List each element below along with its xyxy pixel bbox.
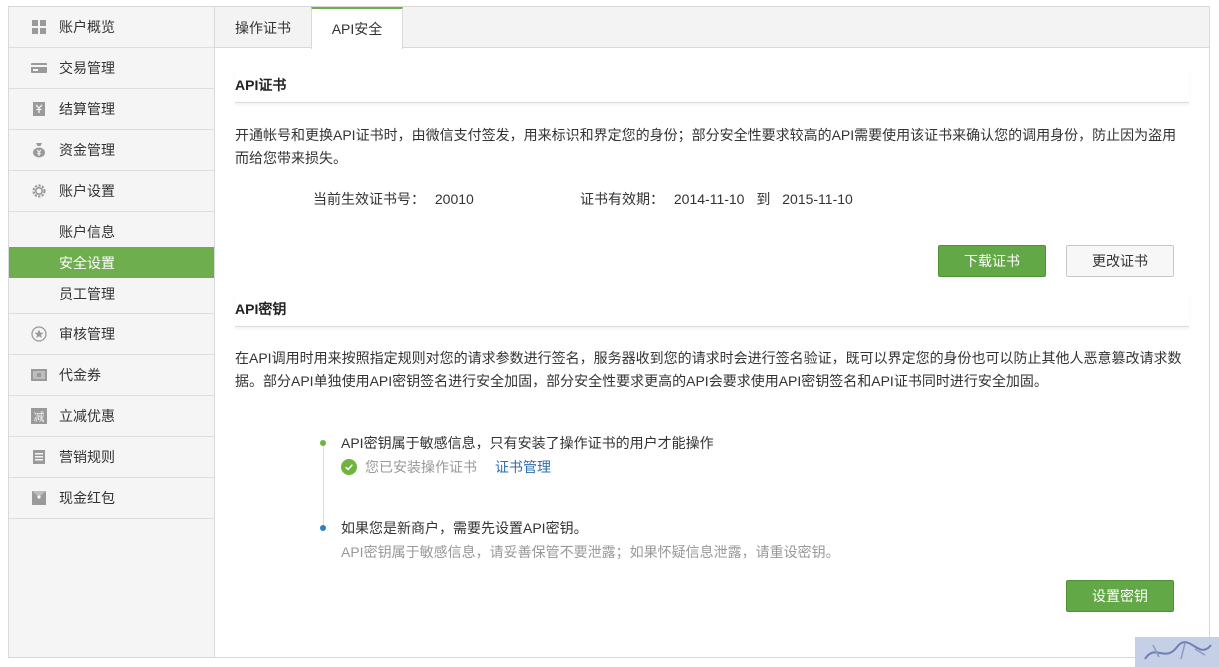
check-circle-icon — [341, 459, 357, 475]
star-icon — [31, 326, 47, 342]
receipt-icon — [31, 101, 47, 117]
change-cert-button[interactable]: 更改证书 — [1066, 245, 1174, 277]
cert-serial-value: 20010 — [434, 191, 474, 207]
cert-management-link[interactable]: 证书管理 — [495, 457, 551, 477]
sidebar-item-instant-discount[interactable]: 减 立减优惠 — [9, 396, 214, 437]
cert-validity-start: 2014-11-10 — [673, 191, 745, 207]
sidebar-item-account-settings[interactable]: 账户设置 — [9, 171, 214, 212]
gear-icon — [31, 183, 47, 199]
coupon-icon — [31, 367, 47, 383]
cert-serial: 当前生效证书号： 20010 — [313, 189, 474, 209]
svg-text:减: 减 — [34, 411, 45, 424]
tab-operation-certificate[interactable]: 操作证书 — [215, 7, 311, 48]
sidebar-submenu: 账户信息 安全设置 员工管理 — [9, 212, 214, 314]
api-cert-section-title: API证书 — [235, 71, 1189, 103]
step-1-text: API密钥属于敏感信息，只有安装了操作证书的用户才能操作 — [341, 435, 714, 451]
sidebar-item-funds[interactable]: 资金管理 — [9, 130, 214, 171]
sidebar-subitem-account-info[interactable]: 账户信息 — [9, 216, 214, 247]
money-bag-icon — [31, 142, 47, 158]
sidebar-item-cash-red-packet[interactable]: 现金红包 — [9, 478, 214, 519]
tab-api-security[interactable]: API安全 — [311, 7, 403, 49]
sidebar-item-label: 营销规则 — [59, 449, 115, 465]
sidebar-item-label: 结算管理 — [59, 101, 115, 117]
sidebar-item-review[interactable]: 审核管理 — [9, 314, 214, 355]
step-2-note: API密钥属于敏感信息，请妥善保管不要泄露；如果怀疑信息泄露，请重设密钥。 — [341, 544, 840, 560]
document-icon — [31, 449, 47, 465]
cert-validity-label: 证书有效期： — [580, 191, 664, 207]
cert-serial-label: 当前生效证书号： — [313, 191, 425, 207]
sidebar-item-account-overview[interactable]: 账户概览 — [9, 7, 214, 48]
watermark-logo — [1135, 637, 1219, 667]
sidebar-subitem-staff-management[interactable]: 员工管理 — [9, 278, 214, 309]
sidebar-item-label: 资金管理 — [59, 142, 115, 158]
step-1-status-text: 您已安装操作证书 — [365, 459, 477, 475]
sidebar-item-label: 审核管理 — [59, 326, 115, 342]
sidebar-item-label: 立减优惠 — [59, 408, 115, 424]
grid-icon — [31, 19, 47, 35]
api-key-section-title: API密钥 — [235, 295, 1189, 327]
step-2-text: 如果您是新商户，需要先设置API密钥。 — [341, 520, 588, 536]
api-cert-description: 开通帐号和更换API证书时，由微信支付签发，用来标识和界定您的身份；部分安全性要… — [235, 127, 1177, 166]
timeline-connector — [323, 444, 324, 526]
sidebar-item-label: 代金券 — [59, 367, 101, 383]
sidebar: 账户概览 交易管理 结算管理 资金管理 账户设置 账户信息 安全设置 员工管理 … — [9, 7, 215, 657]
cert-validity: 证书有效期： 2014-11-10 到 2015-11-10 — [580, 189, 853, 209]
tab-bar: 操作证书 API安全 — [215, 7, 1209, 49]
sidebar-item-label: 交易管理 — [59, 60, 115, 76]
red-packet-icon — [31, 490, 47, 506]
sidebar-item-marketing-rules[interactable]: 营销规则 — [9, 437, 214, 478]
step-1-dot — [320, 440, 326, 446]
step-1-status: 您已安装操作证书 证书管理 — [341, 457, 551, 477]
card-icon — [31, 60, 47, 76]
main-content: 操作证书 API安全 API证书 开通帐号和更换API证书时，由微信支付签发，用… — [215, 7, 1209, 657]
step-2-dot — [320, 525, 326, 531]
app-frame: 账户概览 交易管理 结算管理 资金管理 账户设置 账户信息 安全设置 员工管理 … — [8, 6, 1210, 658]
set-key-button[interactable]: 设置密钥 — [1066, 580, 1174, 612]
api-key-description: 在API调用时用来按照指定规则对您的请求参数进行签名，服务器收到您的请求时会进行… — [235, 350, 1182, 389]
sidebar-item-label: 账户设置 — [59, 183, 115, 199]
sidebar-item-transactions[interactable]: 交易管理 — [9, 48, 214, 89]
sidebar-item-label: 账户概览 — [59, 19, 115, 35]
sidebar-item-label: 现金红包 — [59, 490, 115, 506]
cert-validity-end: 2015-11-10 — [782, 191, 853, 207]
sidebar-item-coupons[interactable]: 代金券 — [9, 355, 214, 396]
sidebar-subitem-security-settings[interactable]: 安全设置 — [9, 247, 214, 278]
discount-icon: 减 — [31, 408, 47, 424]
download-cert-button[interactable]: 下载证书 — [938, 245, 1046, 277]
sidebar-item-settlement[interactable]: 结算管理 — [9, 89, 214, 130]
cert-validity-to: 到 — [756, 191, 771, 207]
